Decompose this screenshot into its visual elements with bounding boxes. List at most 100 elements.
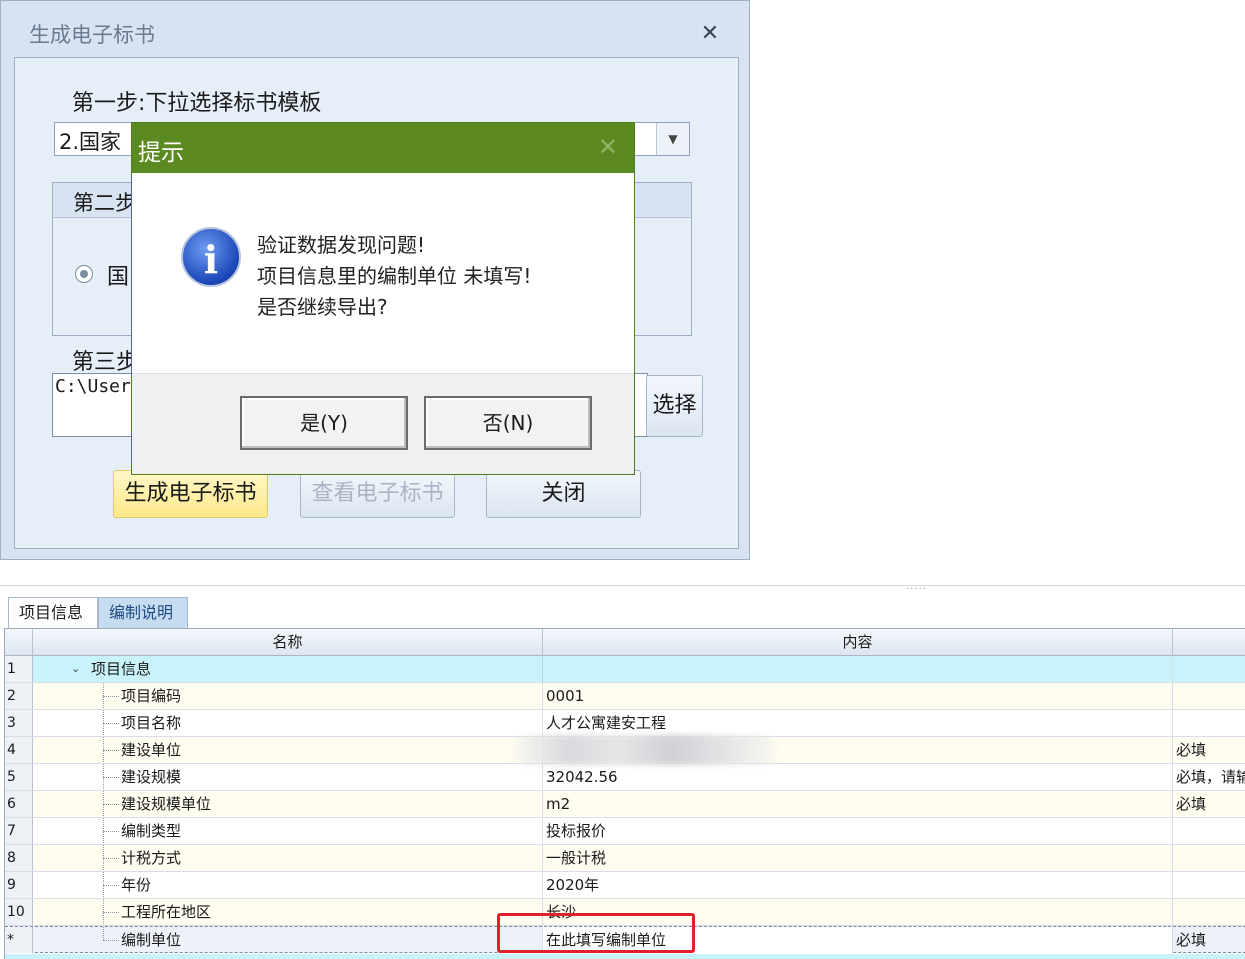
row-name-cell: 编制单位 bbox=[33, 927, 543, 953]
dialog-footer: 是(Y) 否(N) bbox=[132, 373, 634, 474]
step3-label: 第三步 bbox=[72, 350, 139, 375]
table-row[interactable]: 7 编制类型 投标报价 bbox=[5, 818, 1245, 845]
template-select-value: 2.国家 bbox=[59, 130, 122, 154]
row-value[interactable]: 人才公寓建安工程 bbox=[543, 710, 1173, 736]
row-number: 7 bbox=[5, 818, 33, 844]
dialog-title: 提示 bbox=[138, 140, 184, 166]
row-value[interactable]: 投标报价 bbox=[543, 818, 1173, 844]
row-required bbox=[1173, 899, 1245, 925]
info-icon: i bbox=[181, 227, 241, 287]
row-number: 5 bbox=[5, 764, 33, 790]
row-name-cell: 建设规模 bbox=[33, 764, 543, 790]
chevron-down-icon[interactable]: ▼ bbox=[656, 123, 689, 155]
column-header-content[interactable]: 内容 bbox=[543, 629, 1173, 656]
row-required bbox=[1173, 683, 1245, 709]
table-row-partial bbox=[5, 954, 1245, 959]
row-value[interactable] bbox=[543, 656, 1173, 682]
row-number: 4 bbox=[5, 737, 33, 763]
row-number: * bbox=[5, 927, 33, 953]
no-button[interactable]: 否(N) bbox=[424, 396, 592, 450]
row-name-cell: 年份 bbox=[33, 872, 543, 898]
row-value[interactable]: 0001 bbox=[543, 683, 1173, 709]
row-name: 项目名称 bbox=[121, 714, 182, 732]
table-row[interactable]: 3 项目名称 人才公寓建安工程 bbox=[5, 710, 1245, 737]
row-value[interactable]: 长沙 bbox=[543, 899, 1173, 925]
compile-unit-input[interactable]: 在此填写编制单位 ▼ bbox=[543, 927, 1173, 953]
row-name: 计税方式 bbox=[121, 849, 182, 867]
row-name: 建设单位 bbox=[121, 741, 182, 759]
row-name-cell: 建设规模单位 bbox=[33, 791, 543, 817]
row-value[interactable]: 2020年 bbox=[543, 872, 1173, 898]
row-number: 1 bbox=[5, 656, 33, 682]
row-name: 项目编码 bbox=[121, 687, 182, 705]
row-value[interactable]: 一般计税 bbox=[543, 845, 1173, 871]
step1-label: 第一步:下拉选择标书模板 bbox=[72, 91, 322, 116]
row-required bbox=[1173, 845, 1245, 871]
row-number: 6 bbox=[5, 791, 33, 817]
project-info-grid: 名称 内容 1 ⌄ 项目信息 2 项目编码 0001 3 项目名称 人才公寓建安… bbox=[4, 628, 1245, 959]
row-required bbox=[1173, 656, 1245, 682]
window-title: 生成电子标书 bbox=[29, 23, 155, 47]
row-number: 9 bbox=[5, 872, 33, 898]
row-name: 年份 bbox=[121, 876, 152, 894]
row-name-cell: 建设单位 bbox=[33, 737, 543, 763]
row-name-cell: 项目名称 bbox=[33, 710, 543, 736]
template-radio-label: 国 bbox=[107, 265, 130, 290]
table-row[interactable]: 1 ⌄ 项目信息 bbox=[5, 656, 1245, 683]
panel-splitter[interactable] bbox=[0, 585, 1245, 586]
table-row[interactable]: 9 年份 2020年 bbox=[5, 872, 1245, 899]
row-number: 2 bbox=[5, 683, 33, 709]
step2-label: 第二步 bbox=[73, 191, 136, 215]
table-row[interactable]: 5 建设规模 32042.56 必填，请输 bbox=[5, 764, 1245, 791]
row-name-cell: 工程所在地区 bbox=[33, 899, 543, 925]
table-row-current[interactable]: * 编制单位 在此填写编制单位 ▼ 必填 bbox=[5, 926, 1245, 953]
view-bid-button[interactable]: 查看电子标书 bbox=[300, 470, 455, 518]
row-value[interactable]: 32042.56 bbox=[543, 764, 1173, 790]
row-number-header bbox=[5, 629, 33, 656]
row-name-cell: ⌄ 项目信息 bbox=[33, 656, 543, 682]
close-button[interactable]: 关闭 bbox=[486, 470, 641, 518]
row-required: 必填 bbox=[1173, 927, 1245, 953]
close-icon[interactable]: ✕ bbox=[697, 21, 723, 47]
tab-compile-notes[interactable]: 编制说明 bbox=[98, 597, 188, 628]
row-name: 编制类型 bbox=[121, 822, 182, 840]
row-value[interactable]: m2 bbox=[543, 791, 1173, 817]
row-name: 编制单位 bbox=[121, 931, 182, 949]
tab-project-info[interactable]: 项目信息 bbox=[8, 597, 98, 628]
column-header-extra[interactable] bbox=[1173, 629, 1245, 656]
row-number: 10 bbox=[5, 899, 33, 925]
table-row[interactable]: 8 计税方式 一般计税 bbox=[5, 845, 1245, 872]
dialog-message-line1: 验证数据发现问题! bbox=[257, 233, 426, 257]
table-row[interactable]: 2 项目编码 0001 bbox=[5, 683, 1245, 710]
prompt-dialog: 提示 ✕ i 验证数据发现问题! 项目信息里的编制单位 未填写! 是否继续导出?… bbox=[131, 122, 635, 475]
row-required: 必填 bbox=[1173, 737, 1245, 763]
template-radio[interactable] bbox=[75, 265, 93, 283]
table-row[interactable]: 10 工程所在地区 长沙 bbox=[5, 899, 1245, 926]
row-name: 建设规模单位 bbox=[121, 795, 212, 813]
row-name-cell: 编制类型 bbox=[33, 818, 543, 844]
row-required bbox=[1173, 710, 1245, 736]
row-name: 建设规模 bbox=[121, 768, 182, 786]
choose-button[interactable]: 选择 bbox=[646, 375, 703, 437]
table-row[interactable]: 6 建设规模单位 m2 必填 bbox=[5, 791, 1245, 818]
row-name-cell: 项目编码 bbox=[33, 683, 543, 709]
redacted-value bbox=[515, 735, 775, 765]
dialog-header: 提示 ✕ bbox=[132, 123, 634, 173]
row-name: 项目信息 bbox=[91, 660, 152, 678]
row-name: 工程所在地区 bbox=[121, 903, 212, 921]
generate-bid-button[interactable]: 生成电子标书 bbox=[113, 470, 268, 518]
dialog-message-line3: 是否继续导出? bbox=[257, 295, 388, 319]
row-required bbox=[1173, 818, 1245, 844]
row-name-cell: 计税方式 bbox=[33, 845, 543, 871]
row-required: 必填，请输 bbox=[1173, 764, 1245, 790]
splitter-grip-icon[interactable]: ····· bbox=[906, 584, 927, 595]
row-required: 必填 bbox=[1173, 791, 1245, 817]
yes-button[interactable]: 是(Y) bbox=[240, 396, 408, 450]
dialog-close-icon[interactable]: ✕ bbox=[598, 133, 618, 161]
row-number: 8 bbox=[5, 845, 33, 871]
row-value: 在此填写编制单位 bbox=[546, 931, 667, 949]
row-number: 3 bbox=[5, 710, 33, 736]
column-header-name[interactable]: 名称 bbox=[33, 629, 543, 656]
chevron-down-icon[interactable]: ⌄ bbox=[71, 656, 80, 682]
row-required bbox=[1173, 872, 1245, 898]
